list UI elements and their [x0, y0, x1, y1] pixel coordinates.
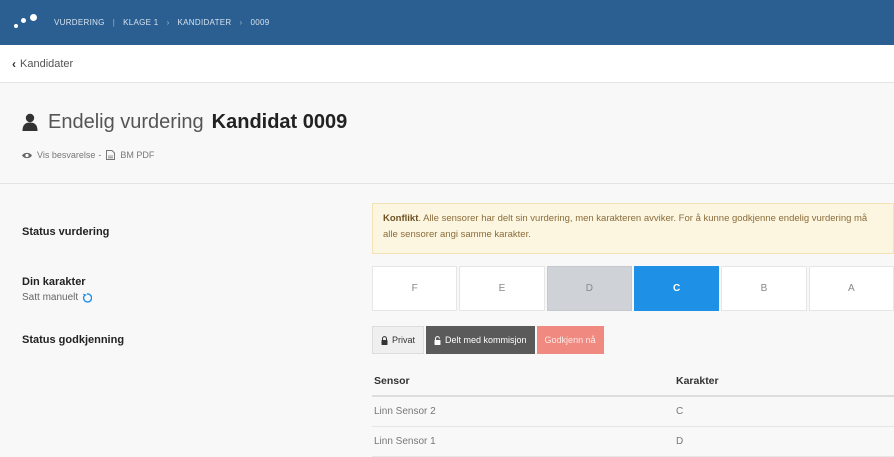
breadcrumb: VURDERING | KLAGE 1 › KANDIDATER › 0009 — [54, 18, 269, 27]
links-separator: - — [98, 150, 102, 160]
sensor-name: Linn Sensor 1 — [374, 436, 436, 447]
breadcrumb-separator: › — [166, 18, 170, 27]
reset-icon[interactable] — [82, 292, 93, 303]
grade-source: Satt manuelt — [22, 292, 93, 303]
top-navigation-bar: VURDERING | KLAGE 1 › KANDIDATER › 0009 — [0, 0, 894, 45]
table-header: Sensor Karakter — [372, 367, 894, 397]
din-karakter-label: Din karakter — [22, 276, 86, 288]
breadcrumb-separator: › — [239, 18, 243, 27]
grade-option-f[interactable]: F — [372, 266, 458, 311]
lock-icon — [381, 335, 388, 345]
private-button[interactable]: Privat — [372, 326, 425, 354]
share-with-commission-button[interactable]: Delt med kommisjon — [426, 326, 535, 354]
grade-option-e[interactable]: E — [459, 266, 545, 311]
grade-option-b[interactable]: B — [721, 266, 807, 311]
grade-option-d[interactable]: D — [546, 266, 632, 311]
user-icon — [22, 113, 38, 131]
status-vurdering-label: Status vurdering — [22, 226, 110, 238]
view-answer-link[interactable]: Vis besvarelse — [37, 150, 95, 160]
column-header-sensor: Sensor — [374, 375, 410, 387]
breadcrumb-separator: | — [112, 18, 116, 27]
conflict-alert: Konflikt. Alle sensorer har delt sin vur… — [372, 203, 894, 254]
share-button-label: Delt med kommisjon — [445, 335, 527, 345]
breadcrumb-kandidater[interactable]: KANDIDATER — [178, 18, 232, 27]
sensor-grade: D — [676, 436, 684, 447]
eye-icon — [22, 152, 32, 158]
breadcrumb-vurdering[interactable]: VURDERING — [54, 18, 105, 27]
unlock-icon — [434, 335, 441, 345]
approve-now-button[interactable]: Godkjenn nå — [536, 326, 604, 354]
sensor-grade: C — [676, 406, 684, 417]
chevron-left-icon: ‹ — [12, 56, 16, 71]
sensor-name: Linn Sensor 2 — [374, 406, 436, 417]
breadcrumb-klage[interactable]: KLAGE 1 — [123, 18, 158, 27]
approval-buttons: Privat Delt med kommisjon Godkjenn nå — [372, 326, 604, 354]
grade-option-a[interactable]: A — [808, 266, 894, 311]
page-title: Endelig vurdering Kandidat 0009 — [22, 104, 347, 140]
breadcrumb-candidate: 0009 — [250, 18, 270, 27]
column-header-karakter: Karakter — [676, 375, 719, 387]
answer-links: Vis besvarelse - BM PDF — [22, 150, 154, 160]
table-row: Linn Sensor 2 C — [372, 397, 894, 427]
grade-selector: F E D C B A — [372, 266, 894, 311]
pdf-file-icon — [106, 150, 116, 160]
pdf-link[interactable]: BM PDF — [120, 150, 154, 160]
grade-option-c[interactable]: C — [633, 266, 720, 311]
page-title-prefix: Endelig vurdering — [48, 110, 204, 133]
back-bar: ‹ Kandidater — [0, 45, 894, 83]
status-godkjenning-label: Status godkjenning — [22, 334, 125, 346]
back-link-label: Kandidater — [20, 57, 74, 70]
alert-title: Konflikt — [383, 213, 419, 224]
alert-text: . Alle sensorer har delt sin vurdering, … — [383, 213, 868, 240]
back-to-kandidater-link[interactable]: ‹ Kandidater — [12, 57, 73, 71]
private-button-label: Privat — [392, 335, 416, 345]
grade-source-text: Satt manuelt — [22, 292, 79, 303]
sensor-table: Sensor Karakter Linn Sensor 2 C Linn Sen… — [372, 367, 894, 457]
page-title-candidate: Kandidat 0009 — [211, 110, 348, 133]
section-divider — [0, 183, 894, 184]
app-logo[interactable] — [8, 0, 48, 45]
